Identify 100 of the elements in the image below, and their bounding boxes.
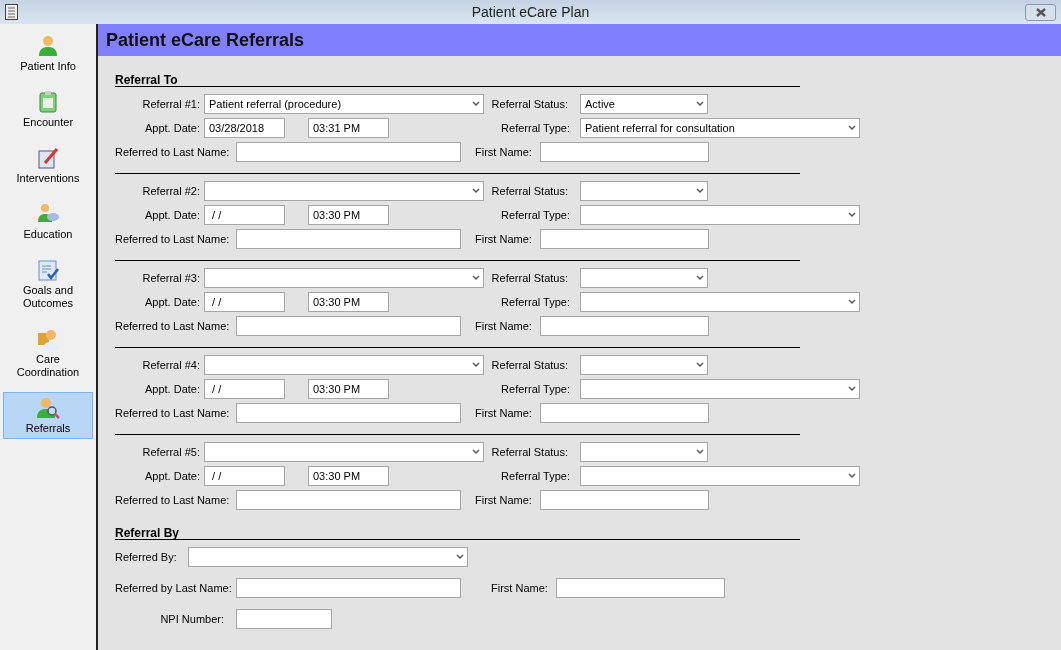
field-label: Referred to Last Name: bbox=[115, 318, 231, 334]
text-field[interactable]: 03:30 PM bbox=[308, 205, 389, 225]
chevron-down-icon bbox=[472, 275, 480, 281]
field-label: Referred to Last Name: bbox=[115, 405, 231, 421]
field-label: Appt. Date: bbox=[143, 294, 200, 310]
dropdown[interactable] bbox=[580, 292, 860, 312]
text-field[interactable] bbox=[236, 403, 461, 423]
field-label: Referral #4: bbox=[141, 357, 200, 373]
text-field[interactable] bbox=[236, 578, 461, 598]
text-field[interactable]: 03:30 PM bbox=[308, 466, 389, 486]
field-label: First Name: bbox=[475, 144, 533, 160]
chevron-down-icon bbox=[848, 212, 856, 218]
person-icon bbox=[36, 34, 60, 58]
sidebar-item[interactable]: Education bbox=[3, 198, 93, 245]
text-field[interactable]: / / bbox=[204, 466, 285, 486]
section-heading: Referral To bbox=[115, 72, 179, 85]
field-label: First Name: bbox=[475, 405, 533, 421]
text-field[interactable]: / / bbox=[204, 292, 285, 312]
field-label: Appt. Date: bbox=[143, 468, 200, 484]
clipboard-icon bbox=[36, 90, 60, 114]
document-icon[interactable] bbox=[5, 4, 18, 20]
dropdown[interactable] bbox=[580, 268, 708, 288]
text-field[interactable]: 03/28/2018 bbox=[204, 118, 285, 138]
field-label: Referral Type: bbox=[500, 381, 570, 397]
text-field[interactable] bbox=[556, 578, 725, 598]
chevron-down-icon bbox=[848, 473, 856, 479]
field-label: First Name: bbox=[475, 492, 533, 508]
dropdown[interactable] bbox=[204, 181, 484, 201]
dropdown[interactable]: Patient referral for consultation bbox=[580, 118, 860, 138]
field-label: First Name: bbox=[475, 318, 533, 334]
text-field[interactable] bbox=[236, 316, 461, 336]
checklist-icon bbox=[36, 258, 60, 282]
field-label: Referral Type: bbox=[500, 468, 570, 484]
field-label: Referral Status: bbox=[490, 183, 568, 199]
text-field[interactable] bbox=[540, 229, 709, 249]
chevron-down-icon bbox=[848, 386, 856, 392]
field-label: Referred by Last Name: bbox=[115, 580, 233, 596]
field-label: Referral Type: bbox=[500, 207, 570, 223]
chevron-down-icon bbox=[848, 299, 856, 305]
field-label: First Name: bbox=[491, 580, 549, 596]
field-label: Appt. Date: bbox=[143, 120, 200, 136]
sidebar-item[interactable]: Referrals bbox=[3, 392, 93, 439]
text-field[interactable] bbox=[540, 490, 709, 510]
field-label: Appt. Date: bbox=[143, 207, 200, 223]
text-field[interactable]: 03:31 PM bbox=[308, 118, 389, 138]
dropdown[interactable] bbox=[580, 466, 860, 486]
pen-icon bbox=[36, 146, 60, 170]
sidebar-item[interactable]: Goals and Outcomes bbox=[3, 254, 93, 314]
chevron-down-icon bbox=[456, 554, 464, 560]
chevron-down-icon bbox=[696, 188, 704, 194]
dropdown[interactable]: Active bbox=[580, 94, 708, 114]
dropdown[interactable] bbox=[580, 379, 860, 399]
section-heading: Referral By bbox=[115, 525, 181, 538]
chevron-down-icon bbox=[472, 362, 480, 368]
text-field[interactable]: 03:30 PM bbox=[308, 379, 389, 399]
page-header: Patient eCare Referrals bbox=[98, 24, 1061, 56]
text-field[interactable] bbox=[236, 490, 461, 510]
text-field[interactable] bbox=[236, 142, 461, 162]
chevron-down-icon bbox=[472, 449, 480, 455]
text-field[interactable] bbox=[540, 316, 709, 336]
field-label: Referral Type: bbox=[500, 294, 570, 310]
dropdown[interactable] bbox=[188, 547, 468, 567]
sidebar-item[interactable]: Encounter bbox=[3, 86, 93, 133]
dropdown[interactable] bbox=[580, 205, 860, 225]
dropdown[interactable] bbox=[580, 181, 708, 201]
field-label: Referral #1: bbox=[141, 96, 200, 112]
text-field[interactable] bbox=[540, 142, 709, 162]
close-icon bbox=[1034, 8, 1047, 17]
field-label: First Name: bbox=[475, 231, 533, 247]
dropdown[interactable] bbox=[204, 355, 484, 375]
field-label: Referred By: bbox=[115, 549, 178, 565]
field-label: Referral Status: bbox=[490, 96, 568, 112]
close-button[interactable] bbox=[1025, 4, 1056, 21]
text-field[interactable]: 03:30 PM bbox=[308, 292, 389, 312]
sidebar-item[interactable]: Care Coordination bbox=[3, 323, 93, 383]
text-field[interactable]: / / bbox=[204, 205, 285, 225]
sidebar-item[interactable]: Patient Info bbox=[3, 30, 93, 77]
text-field[interactable]: / / bbox=[204, 379, 285, 399]
team-icon bbox=[36, 327, 60, 351]
text-field[interactable] bbox=[236, 229, 461, 249]
sidebar-item[interactable]: Interventions bbox=[3, 142, 93, 189]
chevron-down-icon bbox=[472, 188, 480, 194]
field-label: Referral #2: bbox=[141, 183, 200, 199]
chevron-down-icon bbox=[696, 101, 704, 107]
field-label: Referred to Last Name: bbox=[115, 231, 231, 247]
field-label: NPI Number: bbox=[159, 611, 225, 627]
dropdown[interactable] bbox=[580, 355, 708, 375]
field-label: Appt. Date: bbox=[143, 381, 200, 397]
field-label: Referred to Last Name: bbox=[115, 144, 231, 160]
field-label: Referral #5: bbox=[141, 444, 200, 460]
text-field[interactable] bbox=[236, 609, 332, 629]
text-field[interactable] bbox=[540, 403, 709, 423]
window-title: Patient eCare Plan bbox=[471, 2, 590, 22]
dropdown[interactable] bbox=[204, 442, 484, 462]
chevron-down-icon bbox=[696, 275, 704, 281]
search-icon bbox=[36, 396, 60, 420]
dropdown[interactable] bbox=[580, 442, 708, 462]
dropdown[interactable] bbox=[204, 268, 484, 288]
dropdown[interactable]: Patient referral (procedure) bbox=[204, 94, 484, 114]
chevron-down-icon bbox=[848, 125, 856, 131]
